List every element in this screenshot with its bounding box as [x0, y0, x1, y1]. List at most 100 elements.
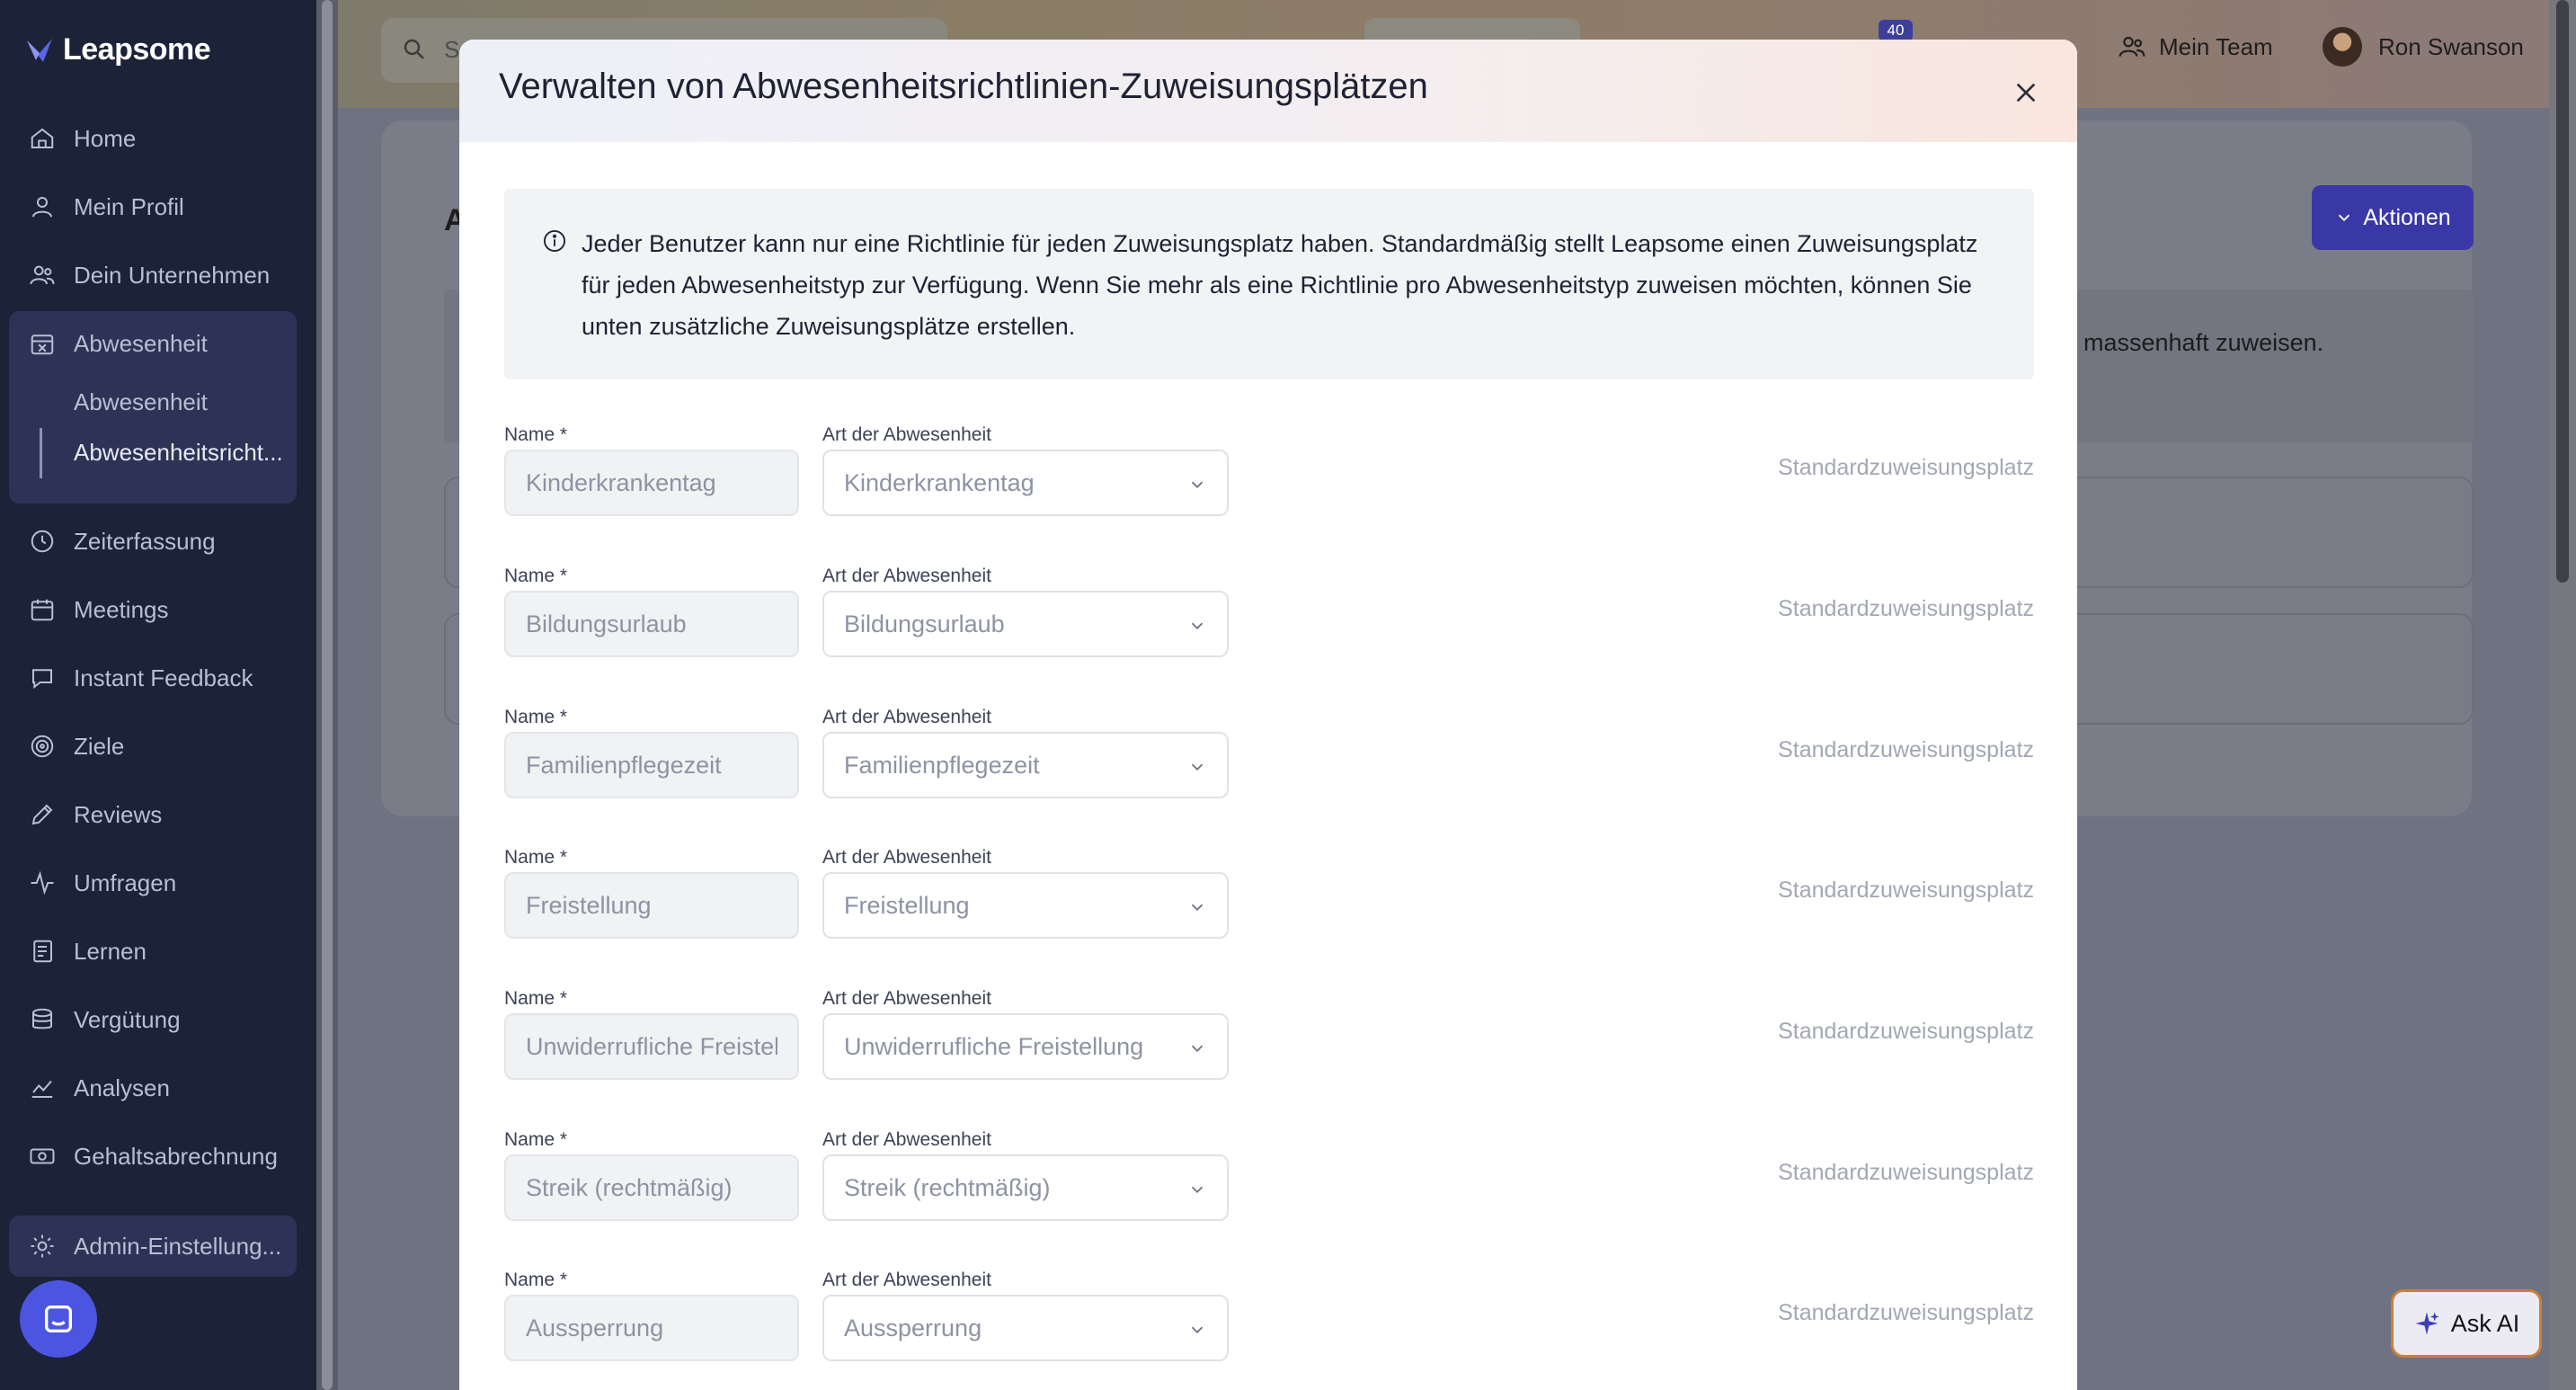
absence-type-select[interactable]: Streik (rechtmäßig)	[822, 1154, 1229, 1221]
page-scrollbar[interactable]	[2549, 0, 2576, 1390]
sidebar-scrollbar[interactable]	[316, 0, 338, 1390]
slot-name-input[interactable]	[504, 450, 799, 516]
absence-type-value: Freistellung	[844, 891, 970, 919]
avatar	[2323, 27, 2362, 67]
chevron-down-icon	[1191, 622, 1204, 630]
search-icon	[404, 39, 424, 59]
absence-type-select[interactable]: Aussperrung	[822, 1295, 1229, 1361]
name-label: Name *	[504, 424, 568, 445]
slot-row: Name * Art der Abwesenheit Freistellung …	[504, 847, 2034, 987]
pulse-icon	[31, 870, 54, 895]
type-label: Art der Abwesenheit	[822, 707, 991, 727]
absence-type-value: Kinderkrankentag	[844, 468, 1035, 496]
sidebar-item-gehaltsabrechnung[interactable]: Gehaltsabrechnung	[29, 1129, 298, 1183]
absence-type-select[interactable]: Unwiderrufliche Freistellung	[822, 1013, 1229, 1080]
type-label: Art der Abwesenheit	[822, 424, 991, 445]
sidebar-item-label: Vergütung	[74, 1005, 181, 1033]
absence-type-select[interactable]: Freistellung	[822, 872, 1229, 939]
sidebar-item-home[interactable]: Home	[29, 111, 298, 165]
sidebar-item-abwesenheit[interactable]: Abwesenheit	[29, 316, 298, 370]
actions-button[interactable]: Aktionen	[2312, 185, 2474, 250]
type-label: Art der Abwesenheit	[822, 566, 991, 586]
default-slot-label: Standardzuweisungsplatz	[1778, 1019, 2034, 1044]
info-strip-text: massenhaft zuweisen.	[2083, 329, 2324, 356]
slot-name-input[interactable]	[504, 591, 799, 657]
sidebar-item-reviews[interactable]: Reviews	[29, 788, 298, 842]
slot-name-input[interactable]	[504, 1013, 799, 1080]
default-slot-label: Standardzuweisungsplatz	[1778, 596, 2034, 621]
target-icon	[31, 735, 54, 758]
user-name: Ron Swanson	[2378, 32, 2524, 60]
info-icon	[543, 229, 566, 253]
type-label: Art der Abwesenheit	[822, 1129, 991, 1150]
close-icon	[2016, 83, 2036, 102]
slot-name-input[interactable]	[504, 1154, 799, 1221]
chevron-down-icon	[1191, 1186, 1204, 1194]
name-label: Name *	[504, 847, 568, 868]
notification-badge[interactable]: 40	[1879, 20, 1913, 41]
ask-ai-button[interactable]: Ask AI	[2391, 1289, 2542, 1358]
chevron-down-icon	[1191, 904, 1204, 912]
default-slot-label: Standardzuweisungsplatz	[1778, 878, 2034, 903]
sidebar-item-zeiterfassung[interactable]: Zeiterfassung	[29, 514, 298, 568]
money-icon	[30, 1148, 55, 1164]
sidebar-item-label: Admin-Einstellung...	[74, 1232, 282, 1260]
sidebar-subitem-abwesenheitsrichtlinien[interactable]: Abwesenheitsricht...	[74, 439, 283, 467]
sidebar-item-label: Gehaltsabrechnung	[74, 1142, 278, 1170]
sidebar-item-label: Instant Feedback	[74, 664, 253, 691]
sidebar-item-admin-einstellungen[interactable]: Admin-Einstellung...	[29, 1219, 298, 1273]
support-chat-button[interactable]	[20, 1280, 97, 1358]
chat-icon	[32, 669, 52, 690]
close-button[interactable]	[2003, 70, 2048, 115]
chevron-down-icon	[1191, 481, 1204, 489]
absence-type-select[interactable]: Kinderkrankentag	[822, 450, 1229, 516]
sidebar-item-instant-feedback[interactable]: Instant Feedback	[29, 651, 298, 705]
name-label: Name *	[504, 707, 568, 727]
sidebar-item-label: Mein Profil	[74, 192, 184, 220]
sidebar-item-lernen[interactable]: Lernen	[29, 924, 298, 978]
user-menu[interactable]: Ron Swanson	[2323, 27, 2524, 67]
sidebar-item-analysen[interactable]: Analysen	[29, 1061, 298, 1115]
team-icon	[2119, 36, 2145, 57]
sidebar-item-meetings[interactable]: Meetings	[29, 583, 298, 637]
default-slot-label: Standardzuweisungsplatz	[1778, 455, 2034, 480]
home-icon	[31, 128, 54, 148]
absence-type-select[interactable]: Bildungsurlaub	[822, 591, 1229, 657]
sidebar-item-verguetung[interactable]: Vergütung	[29, 993, 298, 1047]
slot-name-input[interactable]	[504, 872, 799, 939]
type-label: Art der Abwesenheit	[822, 988, 991, 1009]
sidebar: Leapsome Home Mein Profil Dein Unternehm…	[0, 0, 316, 1390]
slot-name-input[interactable]	[504, 732, 799, 798]
sidebar-item-label: Home	[74, 124, 137, 152]
sidebar-item-mein-profil[interactable]: Mein Profil	[29, 180, 298, 234]
sidebar-subitem-abwesenheit[interactable]: Abwesenheit	[74, 388, 208, 416]
my-team-button[interactable]: Mein Team	[2118, 32, 2273, 61]
absence-type-select[interactable]: Familienpflegezeit	[822, 732, 1229, 798]
actions-label: Aktionen	[2363, 204, 2451, 230]
sidebar-item-label: Dein Unternehmen	[74, 261, 271, 289]
slot-name-input[interactable]	[504, 1295, 799, 1361]
slot-row: Name * Art der Abwesenheit Unwiderruflic…	[504, 988, 2034, 1128]
leapsome-logo-icon	[27, 38, 52, 62]
chevron-down-icon	[1191, 1045, 1204, 1053]
absence-type-value: Aussperrung	[844, 1314, 982, 1341]
assignment-slots-modal: Verwalten von Abwesenheitsrichtlinien-Zu…	[459, 40, 2077, 1390]
leapsome-logo[interactable]: Leapsome	[25, 32, 211, 67]
clock-icon	[31, 530, 54, 553]
user-icon	[32, 197, 52, 218]
sidebar-item-umfragen[interactable]: Umfragen	[29, 856, 298, 910]
type-label: Art der Abwesenheit	[822, 1270, 991, 1290]
chevron-down-icon	[2339, 214, 2350, 222]
page-scrollbar-thumb[interactable]	[2556, 0, 2569, 583]
type-label: Art der Abwesenheit	[822, 847, 991, 868]
sidebar-item-label: Umfragen	[74, 869, 177, 896]
sidebar-item-dein-unternehmen[interactable]: Dein Unternehmen	[29, 248, 298, 302]
slot-row: Name * Art der Abwesenheit Kinderkranken…	[504, 424, 2034, 565]
info-box: Jeder Benutzer kann nur eine Richtlinie …	[504, 189, 2034, 379]
modal-header: Verwalten von Abwesenheitsrichtlinien-Zu…	[459, 40, 2077, 142]
chat-bubble-icon	[45, 1305, 72, 1332]
absence-type-value: Streik (rechtmäßig)	[844, 1173, 1051, 1201]
sidebar-scrollbar-thumb[interactable]	[322, 0, 333, 1390]
sidebar-item-label: Ziele	[74, 732, 125, 760]
sidebar-item-ziele[interactable]: Ziele	[29, 719, 298, 773]
